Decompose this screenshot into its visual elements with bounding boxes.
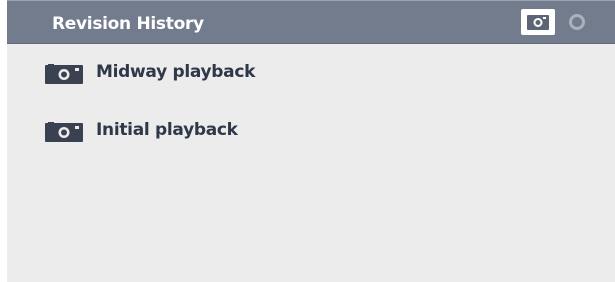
revision-label: Midway playback (96, 62, 256, 82)
panel-title: Revision History (52, 14, 204, 34)
panel-header: Revision History (7, 0, 615, 44)
take-snapshot-button[interactable] (521, 9, 555, 35)
list-item-revision[interactable]: Midway playback (7, 55, 615, 113)
record-toggle-button[interactable] (569, 14, 585, 30)
camera-icon (45, 122, 83, 146)
circle-icon (569, 14, 585, 30)
revision-history-panel: Revision History Midway playback Initial… (7, 0, 615, 282)
revision-label: Initial playback (96, 120, 238, 140)
revision-list: Midway playback Initial playback (7, 55, 615, 171)
camera-icon (527, 14, 549, 34)
list-item-revision[interactable]: Initial playback (7, 113, 615, 171)
camera-icon (45, 64, 83, 88)
